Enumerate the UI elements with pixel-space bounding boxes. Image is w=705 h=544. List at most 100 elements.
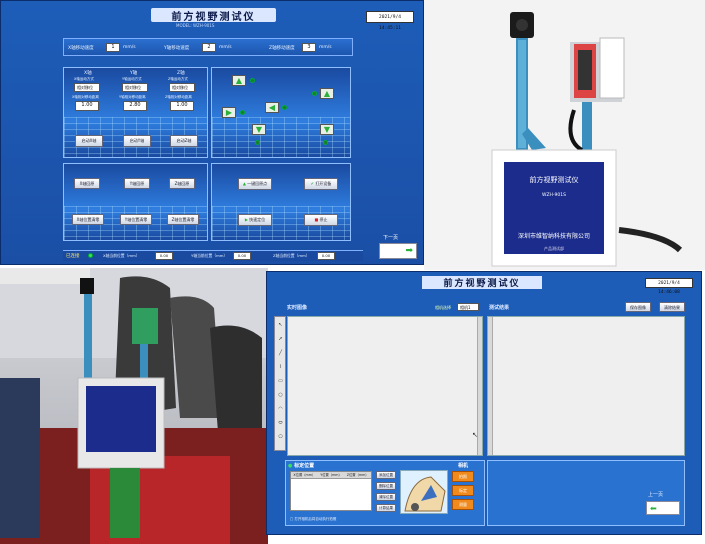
line-tool-icon[interactable]: ╱ [277, 349, 284, 357]
capture-button[interactable]: 拍照 [452, 471, 474, 482]
realtime-image-area[interactable]: ↖ [287, 316, 483, 456]
x-position-value: 0.00 [155, 252, 173, 260]
start-x-button[interactable]: 启动X轴 [75, 135, 103, 147]
x-mode-label: X轴运动方式 [74, 77, 94, 81]
z-speed-input[interactable]: 3 [302, 43, 316, 52]
x-axis-title: X轴 [84, 71, 92, 76]
next-page-button[interactable]: ➡ [379, 243, 417, 259]
y-speed-unit: mm/s [219, 45, 232, 50]
result-scrollbar[interactable] [488, 317, 493, 455]
z-axis-title: Z轴 [177, 71, 185, 76]
test-result-area [487, 316, 685, 456]
open-device-label: 打开设备 [315, 181, 332, 186]
z-home-button[interactable]: Z轴回原 [169, 178, 195, 189]
z-up-button[interactable]: ▲ [320, 88, 334, 99]
device-label-dept: 产品测试部 [544, 246, 564, 251]
calibrate-button[interactable]: 标定 [452, 485, 474, 496]
y-speed-input[interactable]: 2 [202, 43, 216, 52]
vehicle-photo [0, 268, 268, 544]
z-mode-select[interactable]: 相对移位 [169, 83, 195, 92]
y-distance-input[interactable]: 2.80 [123, 101, 147, 111]
measure-button[interactable]: 测量 [452, 499, 474, 510]
z-down-indicator [323, 140, 328, 145]
clear-pose-button[interactable]: 清除位置 [376, 493, 396, 501]
y-zero-button[interactable]: Y轴位置清零 [120, 214, 152, 225]
status-bar: 已连接 X轴当前位置（mm） 0.00 Y轴当前位置（mm） 0.00 Z轴当前… [63, 250, 363, 261]
select-tool-icon[interactable]: ↖ [277, 321, 284, 329]
arc-tool-icon[interactable]: ◠ [277, 405, 284, 413]
z-position-label: Z轴当前位置（mm） [273, 253, 310, 258]
prev-page-label: 上一页 [648, 492, 664, 498]
test-screen: 前方视野测试仪 2021/9/4 14:46:08 实时图像 相机选择 相机1 … [266, 271, 702, 535]
z-speed-label: Z轴移动速度 [269, 46, 295, 51]
delete-pose-button[interactable]: 删除位置 [376, 482, 396, 490]
save-image-button[interactable]: 保存图像 [625, 302, 651, 312]
control-screen: 前方视野测试仪 MODEL: WZH-901S 2021/9/4 14:45:1… [0, 0, 424, 265]
cursor-icon: ↖ [472, 431, 478, 439]
auto-capture-option[interactable]: □ 打开相机后将自动执行拍照 [290, 517, 336, 522]
z-zero-button[interactable]: Z轴位置清零 [167, 214, 199, 225]
vehicle-diagram-svg [404, 476, 446, 512]
z-down-button[interactable]: ▼ [320, 124, 334, 135]
y-up-indicator [250, 78, 255, 83]
camera-select[interactable]: 相机1 [457, 303, 479, 311]
y-down-button[interactable]: ▼ [252, 124, 266, 135]
reset-panel: X轴回原 Y轴回原 Z轴回原 X轴位置清零 Y轴位置清零 Z轴位置清零 [63, 163, 208, 241]
test-datetime: 2021/9/4 14:46:08 [645, 278, 693, 295]
x-speed-input[interactable]: 1 [106, 43, 120, 52]
x-mode-select[interactable]: 相对移位 [74, 83, 100, 92]
device-photo: 前方视野测试仪 WZH-901S 深圳市维智纳科技有限公司 产品测试部 [424, 0, 705, 270]
x-zero-button[interactable]: X轴位置清零 [72, 214, 104, 225]
z-distance-input[interactable]: 1.00 [170, 101, 194, 111]
x-right-indicator [240, 110, 245, 115]
vehicle-illustration [0, 268, 268, 544]
vehicle-diagram [400, 470, 448, 514]
z-position-value: 0.00 [317, 252, 335, 260]
stop-icon: ■ [314, 217, 319, 222]
ellipse-tool-icon[interactable]: ⬭ [277, 419, 284, 427]
polygon-tool-icon[interactable]: ⬠ [277, 433, 284, 441]
home-all-label: 一键回原点 [247, 181, 268, 186]
y-speed-label: Y轴移动速度 [164, 46, 190, 51]
home-all-button[interactable]: ▲ 一键回原点 [238, 178, 272, 190]
y-up-button[interactable]: ▲ [232, 75, 246, 86]
x-distance-input[interactable]: 1.00 [75, 101, 99, 111]
circle-tool-icon[interactable]: ○ [277, 391, 284, 399]
rectangle-tool-icon[interactable]: ▭ [277, 377, 284, 385]
add-pose-button[interactable]: 添加位置 [376, 471, 396, 479]
polyline-tool-icon[interactable]: ⌇ [277, 363, 284, 371]
pose-label: ● 标定位置 [288, 462, 314, 469]
speed-row: X轴移动速度 1 mm/s Y轴移动速度 2 mm/s Z轴移动速度 3 mm/… [63, 38, 353, 56]
pose-label-text: 标定位置 [294, 463, 315, 469]
clear-result-button[interactable]: 清除结果 [659, 302, 685, 312]
x-speed-unit: mm/s [123, 45, 136, 50]
z-up-indicator [312, 91, 317, 96]
jog-panel: ▲ ▲ ◀ ▶ ▼ ▼ [211, 67, 351, 158]
x-left-indicator [282, 105, 287, 110]
y-home-button[interactable]: Y轴回原 [124, 178, 150, 189]
start-z-button[interactable]: 启动Z轴 [170, 135, 198, 147]
device-label-company: 深圳市维智纳科技有限公司 [517, 233, 590, 240]
locate-icon: ▶ [244, 217, 248, 222]
stop-button[interactable]: ■ 停止 [304, 214, 338, 226]
z-speed-unit: mm/s [319, 45, 332, 50]
axis-panel: X轴 X轴运动方式 相对移位 X轴相对移动距离 1.00 启动X轴 Y轴 Y轴运… [63, 67, 208, 158]
y-down-indicator [255, 140, 260, 145]
x-left-button[interactable]: ◀ [265, 102, 279, 113]
prev-page-button[interactable]: ⬅ [646, 501, 680, 515]
device-illustration [424, 0, 705, 270]
connection-indicator [88, 253, 93, 258]
y-position-label: Y轴当前位置（mm） [191, 253, 228, 258]
x-right-button[interactable]: ▶ [222, 107, 236, 118]
calculate-button[interactable]: 计算结果 [376, 504, 396, 512]
drawing-toolbar: ↖ ➚ ╱ ⌇ ▭ ○ ◠ ⬭ ⬠ [274, 316, 286, 451]
pose-table: X位置（mm） Y位置（mm） Z位置（mm） [290, 471, 372, 511]
status-dot-icon: ● [288, 463, 293, 469]
arrow-right-icon: ➡ [405, 246, 413, 256]
start-y-button[interactable]: 启动Y轴 [123, 135, 151, 147]
pointer-tool-icon[interactable]: ➚ [277, 335, 284, 343]
quick-locate-button[interactable]: ▶ 快速定位 [238, 214, 272, 226]
open-device-button[interactable]: ✔ 打开设备 [304, 178, 338, 190]
y-mode-select[interactable]: 相对移位 [122, 83, 148, 92]
x-home-button[interactable]: X轴回原 [74, 178, 100, 189]
